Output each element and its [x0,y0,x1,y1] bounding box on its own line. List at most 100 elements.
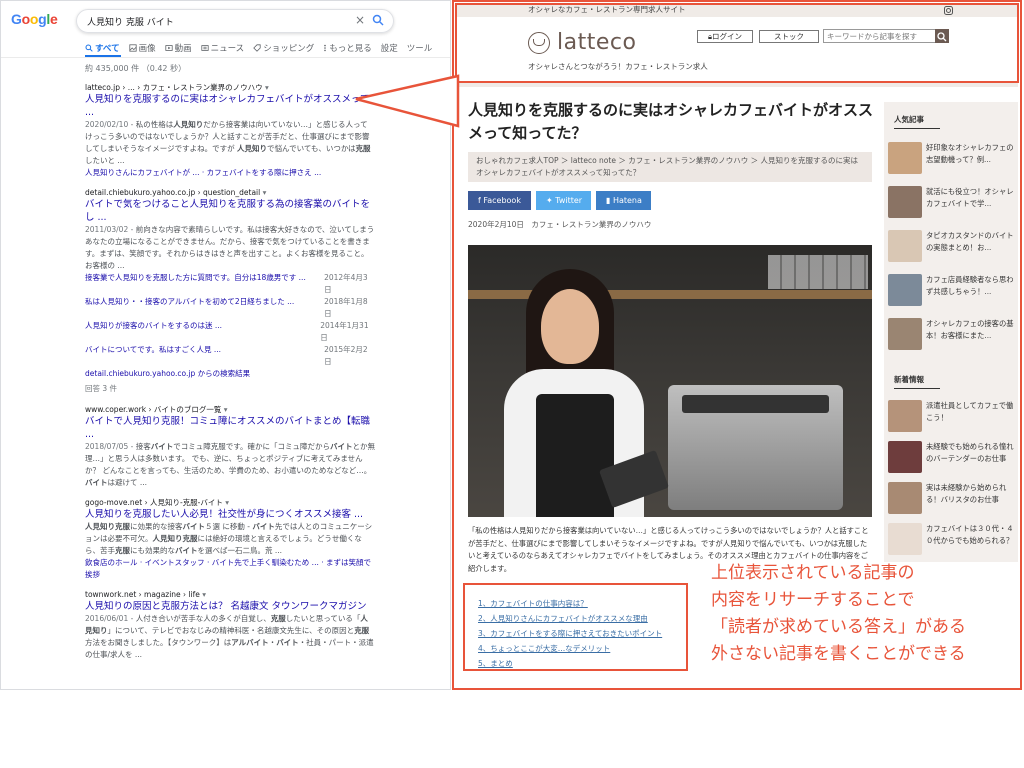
tab-shopping[interactable]: ショッピング [253,42,314,54]
related-question-date: 2015年2月2日 [324,345,368,366]
related-question-row[interactable]: 接客業で人見知りを克服した方に質問です。自分は18歳男です ... 2012年4月… [85,272,375,296]
tab-images[interactable]: 画像 [128,42,156,54]
tab-tools[interactable]: ツール [407,42,433,54]
sitelinks[interactable]: 人見知りさんにカフェバイトが ... · カフェバイトをする際に押さえ ... [85,167,375,179]
search-tabs: すべて 画像 動画 ニュース ショッピング もっと見る 設定 ツール [85,42,432,54]
chevron-down-icon[interactable]: ▾ [200,590,206,599]
clear-icon[interactable]: × [355,13,365,27]
search-result: latteco.jp › ... › カフェ・レストラン業界のノウハウ ▾ 人見知… [85,82,375,179]
snippet-segment: 克服 [270,614,286,623]
related-question-row[interactable]: 私は人見知り・・接客のアルバイトを初めて2日経ちました ... 2018年1月8日 [85,296,375,320]
search-result: detail.chiebukuro.yahoo.co.jp › question… [85,187,375,396]
related-question[interactable]: 私は人見知り・・接客のアルバイトを初めて2日経ちました ... [85,296,324,320]
snippet-segment: バイト [175,546,198,555]
result-snippet: 2011/03/02 - 前向きな内容で素晴らしいです。私は接客大好きなので、泣… [85,224,375,272]
result-url[interactable]: latteco.jp › ... › カフェ・レストラン業界のノウハウ ▾ [85,82,375,93]
logo-letter: o [29,11,39,27]
more-results-link[interactable]: detail.chiebukuro.yahoo.co.jp からの検索結果 [85,368,375,380]
snippet-segment: したいと ... [85,156,125,165]
result-url[interactable]: townwork.net › magazine › life ▾ [85,589,375,600]
snippet-segment: を選べば一石二鳥。荒 ... [197,546,283,555]
snippet-segment: は避けて ... [107,478,148,487]
snippet-segment: 克服 [355,144,371,153]
more-vertical-icon [324,44,327,52]
snippet-segment: 接客 [135,442,151,451]
related-question[interactable]: バイトについてです。私はすごく人見 ... [85,344,324,368]
result-url[interactable]: gogo-move.net › 人見知り-克服-バイト ▾ [85,497,375,508]
logo-letter: o [21,11,31,27]
search-results: latteco.jp › ... › カフェ・レストラン業界のノウハウ ▾ 人見知… [85,82,375,669]
snippet-segment: バイト [252,522,275,531]
result-title[interactable]: 人見知りを克服したい人必見！社交性が身につくオススメ接客 ... [85,508,375,521]
tab-label: 動画 [174,44,192,54]
tab-more[interactable]: もっと見る [323,42,372,54]
snippet-segment: で悩んでいても、いつかは [267,144,356,153]
callout-arrow-icon [355,74,460,128]
result-url[interactable]: www.coper.work › バイトのブログ一覧 ▾ [85,404,375,415]
search-icon[interactable] [372,14,384,26]
snippet-segment: 人見知り [152,534,183,543]
chevron-down-icon[interactable]: ▾ [263,83,269,92]
snippet-segment: 2018/07/05 - [85,442,136,451]
search-query[interactable]: 人見知り 克服 バイト [87,15,174,28]
callout-line: 外さない記事を書くことができる [711,644,966,664]
search-result: townwork.net › magazine › life ▾ 人見知りの原因と… [85,589,375,661]
snippet-segment: 克服 [182,534,198,543]
logo-letter: G [11,11,22,27]
callout-line: 内容をリサーチすることで [711,590,915,610]
sitelinks[interactable]: 飲食店のホール · イベントスタッフ · バイト先で上手く馴染むため ... ·… [85,557,375,581]
snippet-segment: 人見知り [85,522,115,531]
snippet-segment: バイト [182,522,206,531]
result-snippet: 2018/07/05 - 接客バイトでコミュ障克服です。確かに「コミュ障だからバ… [85,441,375,489]
related-question-row[interactable]: 人見知りが接客のバイトをするのは迷 ... 2014年1月31日 [85,320,375,344]
result-snippet: 2020/02/10 - 私の性格は人見知りだから接客業は向いていない…」と感じ… [85,119,375,167]
snippet-segment: に効果的な接客 [130,522,183,531]
result-title[interactable]: 人見知りを克服するのに実はオシャレカフェバイトがオススメって ... [85,93,375,119]
chevron-down-icon[interactable]: ▾ [221,405,228,414]
related-question-date: 2014年1月31日 [320,321,369,342]
snippet-segment: 2016/06/01 - [85,614,136,623]
tab-news[interactable]: ニュース [201,42,245,54]
callout-line: 上位表示されている記事の [711,563,915,583]
tab-settings[interactable]: 設定 [381,42,398,54]
highlight-frame-toc [463,583,688,671]
search-box[interactable]: 人見知り 克服 バイト × [76,9,394,33]
search-icon [85,44,93,52]
snippet-segment: 私の性格は [135,120,174,129]
callout-text: 上位表示されている記事の 内容をリサーチすることで 「読者が求めている答え」がある外… [711,560,1021,668]
search-result: www.coper.work › バイトのブログ一覧 ▾ バイトで人見知り克服！コ… [85,404,375,489]
snippet-segment: バイト [150,442,174,451]
result-url[interactable]: detail.chiebukuro.yahoo.co.jp › question… [85,187,375,198]
snippet-segment: バイト [276,638,299,647]
snippet-segment: 克服 [115,546,130,555]
result-title[interactable]: 人見知りの原因と克服方法とは？ 名越康文 タウンワークマガジン [85,600,375,613]
snippet-segment: にも効果的な [130,546,175,555]
tab-label: ニュース [210,44,245,54]
related-question-row[interactable]: バイトについてです。私はすごく人見 ... 2015年2月2日 [85,344,375,368]
snippet-segment: ５選 に移動 - [205,522,253,531]
tab-label: 画像 [138,44,156,54]
result-snippet: 2016/06/01 - 人付き合いが苦手な人の多くが自覚し、克服したいと思って… [85,613,375,661]
snippet-segment: バイト [329,442,353,451]
google-logo[interactable]: Google [11,11,58,27]
tab-label: ツール [406,44,433,54]
tab-videos[interactable]: 動画 [164,42,192,54]
result-title[interactable]: バイトで気をつけること人見知りを克服する為の接客業のバイトをし ... [85,198,375,224]
news-icon [201,45,209,51]
snippet-segment: 人見知り [237,144,268,153]
chevron-down-icon[interactable]: ▾ [223,498,229,507]
snippet-segment: 人見知り [173,120,204,129]
related-question[interactable]: 人見知りが接客のバイトをするのは迷 ... [85,320,320,344]
image-icon [128,44,137,52]
tab-label: ショッピング [263,44,315,54]
search-result: gogo-move.net › 人見知り-克服-バイト ▾ 人見知りを克服したい人… [85,497,375,581]
snippet-segment: 克服 [354,626,370,635]
tab-all[interactable]: すべて [85,42,120,54]
snippet-segment: バイト [85,478,108,487]
tab-label: 設定 [380,44,398,54]
video-icon [164,45,173,51]
result-title[interactable]: バイトで人見知り克服！コミュ障にオススメのバイトまとめ【転職 ... [85,415,375,441]
related-question[interactable]: 接客業で人見知りを克服した方に質問です。自分は18歳男です ... [85,272,324,296]
chevron-down-icon[interactable]: ▾ [260,188,267,197]
related-question-date: 2012年4月3日 [324,273,368,294]
